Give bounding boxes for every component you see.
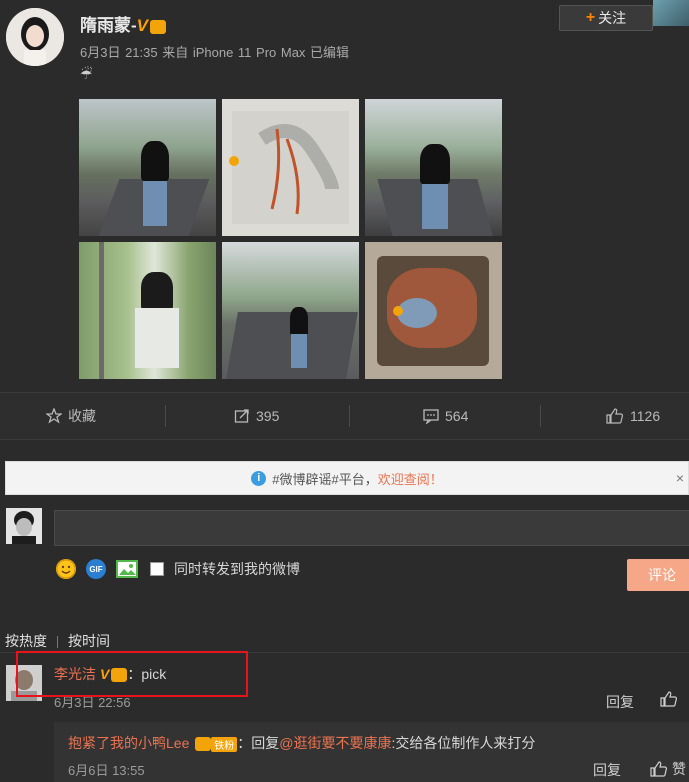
thumbs-up-icon: [660, 691, 678, 707]
comment-icon: [423, 409, 439, 424]
close-icon[interactable]: ×: [676, 470, 684, 486]
poster-name[interactable]: 隋雨蒙-V: [80, 11, 167, 36]
repost-button[interactable]: 395: [234, 393, 279, 439]
tab-sort-time[interactable]: 按时间: [68, 633, 110, 649]
crown-badge-icon: [150, 19, 167, 34]
sub-like-label: 赞: [672, 761, 686, 777]
post-image[interactable]: [365, 99, 502, 236]
sub-reply-button[interactable]: 回复: [593, 760, 621, 780]
follow-label: 关注: [598, 10, 627, 26]
tab-sort-hot[interactable]: 按热度: [5, 633, 47, 649]
comment-button[interactable]: 564: [423, 393, 468, 439]
notice-text[interactable]: #微博辟谣#平台，: [272, 469, 377, 488]
my-avatar: [6, 508, 42, 544]
post-image[interactable]: [79, 99, 216, 236]
post-meta: 6月3日 21:35 来自 iPhone 11 Pro Max 已编辑: [80, 45, 350, 60]
sub-reply-body: 抱紧了我的小鸭Lee 铁粉 ：回复@逛街要不要康康:交给各位制作人来打分: [68, 733, 535, 753]
post-image[interactable]: [79, 242, 216, 379]
reply-prefix: ：回复: [237, 735, 280, 751]
notice-link[interactable]: 欢迎查阅！: [378, 469, 443, 488]
plus-icon: +: [585, 9, 596, 26]
comment-count: 564: [445, 408, 469, 424]
sub-reply-text: :交给各位制作人来打分: [391, 735, 536, 751]
star-icon: [46, 408, 62, 424]
favorite-button[interactable]: 收藏: [46, 393, 96, 439]
thumbs-up-icon: [606, 408, 624, 424]
comment-sort-tabs: 按热度 按时间: [5, 631, 110, 651]
submit-comment-button[interactable]: 评论: [627, 559, 689, 591]
mention-link[interactable]: @逛街要不要康康: [279, 735, 391, 751]
info-icon: i: [251, 470, 267, 486]
favorite-label: 收藏: [68, 408, 96, 424]
verified-icon: V: [136, 16, 149, 35]
poster-avatar[interactable]: [6, 8, 64, 66]
sync-repost-checkbox[interactable]: [150, 562, 164, 576]
action-bar: 收藏 395 564 1126: [0, 392, 689, 440]
poster-name-text[interactable]: 隋雨蒙-: [80, 16, 137, 35]
sub-like-button[interactable]: 赞: [650, 759, 686, 779]
like-count: 1126: [630, 408, 661, 424]
post-image[interactable]: [222, 99, 359, 236]
gif-icon[interactable]: GIF: [86, 559, 106, 579]
sub-reply-time: 6月6日 13:55: [68, 763, 145, 778]
image-grid: [79, 99, 502, 380]
highlight-box: [16, 651, 248, 697]
composer-toolbar: GIF 同时转发到我的微博: [56, 559, 300, 579]
sync-repost-label[interactable]: 同时转发到我的微博: [174, 559, 300, 579]
like-button[interactable]: 1126: [606, 393, 660, 439]
corner-thumbnail: [653, 0, 689, 26]
comment-input[interactable]: [54, 510, 689, 546]
repost-icon: [234, 409, 249, 423]
fan-badge: 铁粉: [211, 736, 238, 752]
avatar-image: [6, 8, 64, 66]
sub-replier-name[interactable]: 抱紧了我的小鸭Lee: [68, 735, 189, 751]
repost-count: 395: [256, 408, 280, 424]
post-image[interactable]: [222, 242, 359, 379]
thumbs-up-icon: [650, 761, 668, 777]
crown-badge-icon: [195, 737, 212, 752]
umbrella-icon: ☔: [80, 66, 93, 82]
follow-button[interactable]: + 关注: [559, 5, 653, 31]
image-upload-icon[interactable]: [116, 560, 138, 578]
my-avatar-image: [6, 508, 42, 544]
comment-like-button[interactable]: [660, 691, 678, 710]
rumor-notice: i #微博辟谣#平台， 欢迎查阅！ ×: [5, 461, 689, 495]
emoji-icon[interactable]: [56, 559, 76, 579]
post-image[interactable]: [365, 242, 502, 379]
reply-button[interactable]: 回复: [606, 692, 634, 712]
